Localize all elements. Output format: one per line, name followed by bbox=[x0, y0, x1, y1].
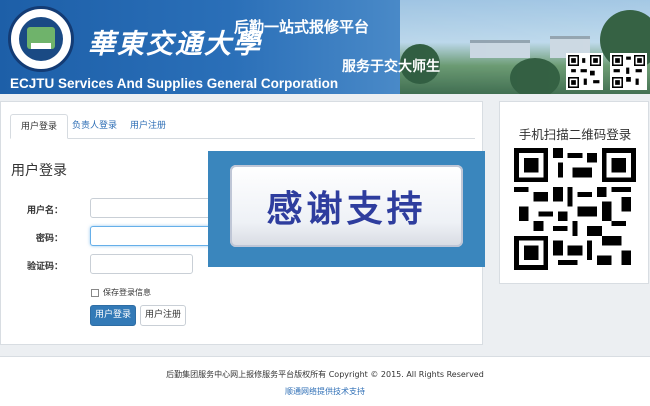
tab-user-login[interactable]: 用户登录 bbox=[10, 114, 69, 139]
system-title: 后勤一站式报修平台 bbox=[234, 18, 370, 36]
qr-code-icon bbox=[610, 53, 647, 90]
university-logo bbox=[8, 6, 74, 72]
remember-checkbox[interactable] bbox=[91, 288, 99, 297]
thanks-text: 感谢支持 bbox=[266, 189, 427, 230]
header-banner: 華東交通大學 ECJTU Services And Supplies Gener… bbox=[0, 0, 650, 94]
qr-title: 手机扫描二维码登录 bbox=[518, 127, 632, 142]
remember-label: 保存登录信息 bbox=[103, 288, 151, 297]
tab-manager-login[interactable]: 负责人登录 bbox=[62, 114, 127, 139]
captcha-input[interactable] bbox=[90, 254, 193, 274]
footer-copyright: 后勤集团服务中心网上报修服务平台版权所有 Copyright © 2015. A… bbox=[166, 370, 484, 379]
username-label: 用户名： bbox=[26, 206, 63, 216]
remember-login[interactable]: 保存登录信息 bbox=[91, 287, 151, 298]
qr-code-icon bbox=[566, 53, 603, 90]
footer: 后勤集团服务中心网上报修服务平台版权所有 Copyright © 2015. A… bbox=[0, 356, 650, 406]
login-heading: 用户登录 bbox=[11, 163, 67, 179]
register-button[interactable]: 用户注册 bbox=[140, 305, 186, 326]
tech-support-link[interactable]: 顺通网络提供技术支持 bbox=[0, 386, 650, 397]
login-tabs: 用户登录 负责人登录 用户注册 bbox=[10, 114, 475, 139]
thanks-overlay: 感谢支持 bbox=[208, 151, 485, 267]
login-button[interactable]: 用户登录 bbox=[90, 305, 136, 326]
captcha-label: 验证码： bbox=[26, 262, 63, 272]
qr-login-panel: 手机扫描二维码登录 bbox=[499, 101, 649, 284]
tab-user-register[interactable]: 用户注册 bbox=[120, 114, 176, 139]
qr-code-icon bbox=[514, 148, 636, 270]
password-label: 密码： bbox=[35, 234, 63, 244]
username-input[interactable] bbox=[90, 198, 220, 218]
slogan: 服务于交大师生 bbox=[342, 59, 440, 75]
password-input[interactable] bbox=[90, 226, 220, 246]
corporation-name: ECJTU Services And Supplies General Corp… bbox=[10, 76, 339, 91]
thanks-card: 感谢支持 bbox=[230, 165, 463, 247]
